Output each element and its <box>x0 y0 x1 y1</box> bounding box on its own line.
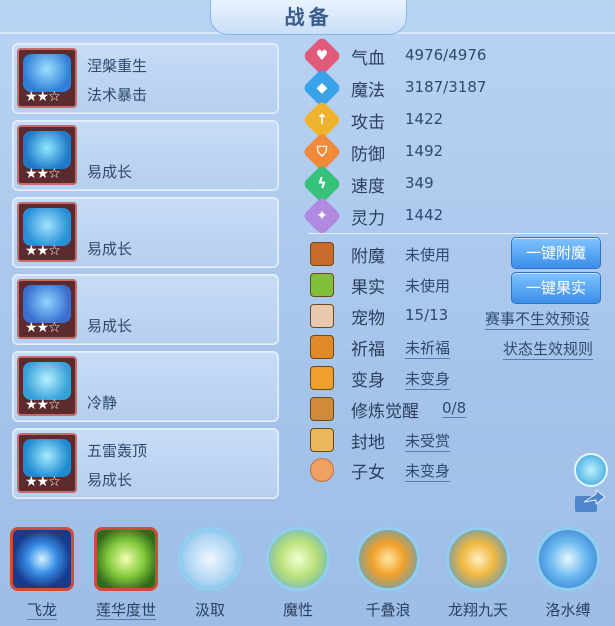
pet-portrait-icon <box>23 285 71 323</box>
page-title: 战备 <box>210 0 407 35</box>
pet-avatar: ★★☆ <box>17 48 77 108</box>
soar-skill-icon <box>446 527 510 591</box>
rules-link[interactable]: 状态生效规则 <box>503 338 594 360</box>
skill-name: 千叠浪 <box>365 601 411 619</box>
pet-avatar: ★★☆ <box>17 279 77 339</box>
skill-name: 飞龙 <box>26 601 57 620</box>
fruit-icon <box>310 273 334 297</box>
pet-card[interactable]: ★★☆ 涅槃重生 法术暴击 <box>12 43 279 114</box>
pet-stars: ★★☆ <box>25 320 61 336</box>
pet-skill-2: 易成长 <box>87 471 133 489</box>
pet-card[interactable]: ★★☆ 冷静 <box>12 351 279 422</box>
pet-stars: ★★☆ <box>25 397 61 413</box>
pet-portrait-icon <box>23 54 71 92</box>
pet-skill-1: 五雷轰顶 <box>87 442 148 460</box>
swirl-icon[interactable] <box>574 453 608 487</box>
share-icon[interactable] <box>574 488 606 518</box>
pet-card[interactable]: ★★☆ 易成长 <box>12 120 279 191</box>
pet-skill-1: 涅槃重生 <box>87 57 148 75</box>
pet-avatar: ★★☆ <box>17 356 77 416</box>
pet-portrait-icon <box>23 362 71 400</box>
enchant-icon <box>310 242 334 266</box>
pet-stars: ★★☆ <box>25 243 61 259</box>
skill-name: 汲取 <box>194 601 225 619</box>
preset-link[interactable]: 赛事不生效预设 <box>485 308 591 330</box>
child-icon <box>310 458 334 482</box>
lotus-hand-icon <box>94 527 158 591</box>
dragon-skill-icon <box>10 527 74 591</box>
absorb-skill-icon <box>178 527 242 591</box>
blessing-icon <box>310 335 334 359</box>
wave-skill-icon <box>356 527 420 591</box>
transform-icon <box>310 366 334 390</box>
pet-skill-2: 易成长 <box>87 240 133 258</box>
skill-name: 魔性 <box>282 601 313 619</box>
water-bind-icon <box>536 527 600 591</box>
pet-portrait-icon <box>23 439 71 477</box>
pet-skill-2: 冷静 <box>87 394 118 412</box>
pet-portrait-icon <box>23 131 71 169</box>
stats-divider <box>308 233 608 234</box>
pet-stars: ★★☆ <box>25 166 61 182</box>
pet-card[interactable]: ★★☆ 易成长 <box>12 274 279 345</box>
pet-stars: ★★☆ <box>25 89 61 105</box>
pet-avatar: ★★☆ <box>17 202 77 262</box>
one-click-fruit-button[interactable]: 一键果实 <box>511 272 601 304</box>
pet-icon <box>310 304 334 328</box>
pet-avatar: ★★☆ <box>17 433 77 493</box>
pet-skill-2: 易成长 <box>87 317 133 335</box>
skill-name: 龙翔九天 <box>447 601 508 619</box>
pet-skill-2: 法术暴击 <box>87 86 148 104</box>
pet-avatar: ★★☆ <box>17 125 77 185</box>
pet-card[interactable]: ★★☆ 易成长 <box>12 197 279 268</box>
pet-skill-2: 易成长 <box>87 163 133 181</box>
demon-skill-icon <box>266 527 330 591</box>
cultivation-icon <box>310 397 334 421</box>
fief-icon <box>310 428 334 452</box>
pet-portrait-icon <box>23 208 71 246</box>
one-click-enchant-button[interactable]: 一键附魔 <box>511 237 601 269</box>
skill-name: 洛水缚 <box>545 601 591 619</box>
pet-stars: ★★☆ <box>25 474 61 490</box>
skill-name: 莲华度世 <box>95 601 156 620</box>
pet-card[interactable]: ★★☆ 五雷轰顶 易成长 <box>12 428 279 499</box>
battle-prep-panel: 战备 ★★☆ 涅槃重生 法术暴击 ★★☆ 易成长 ★★☆ 易成长 ★★☆ 易成长 <box>0 0 615 626</box>
